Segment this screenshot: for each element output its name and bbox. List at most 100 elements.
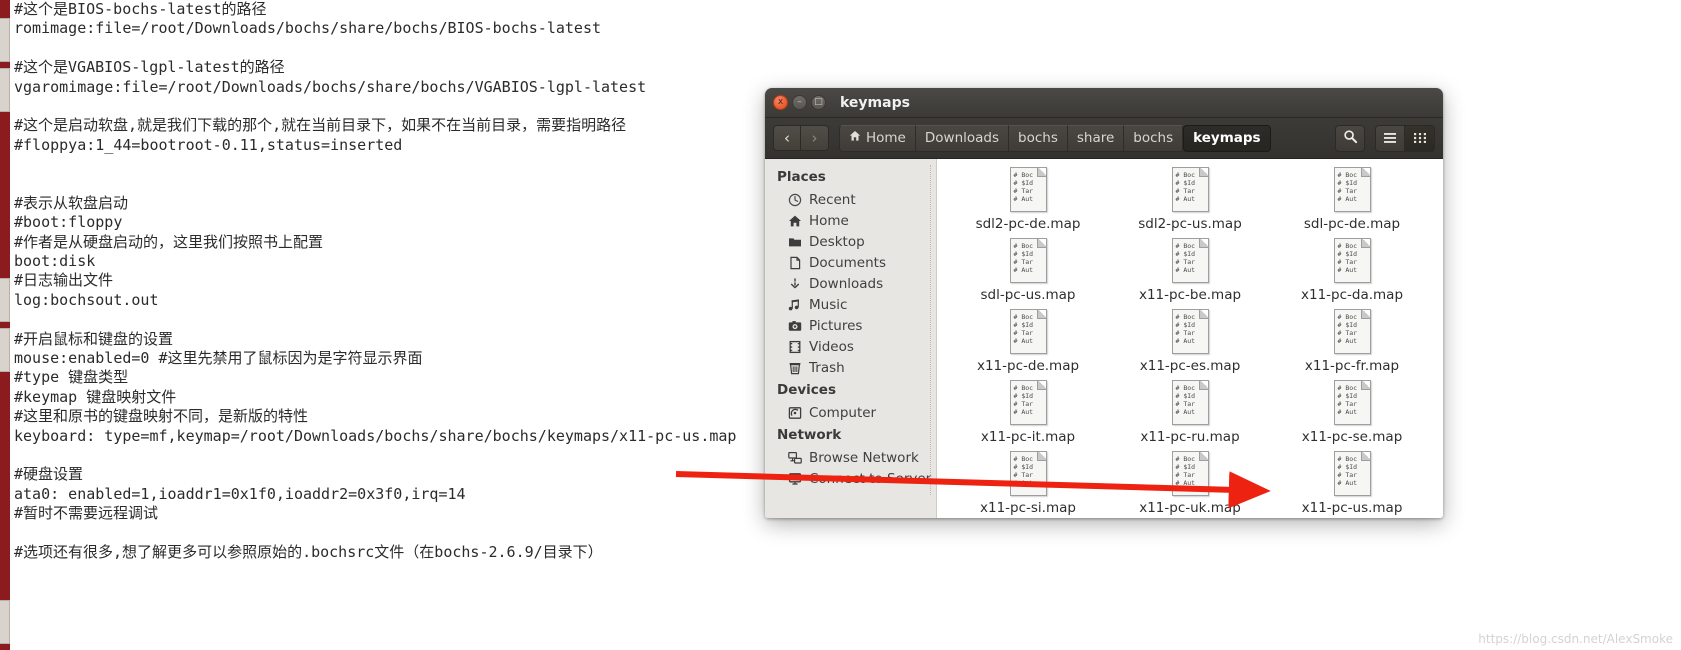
file-item[interactable]: # Boc # $Id # Tar # Aut sdl2-pc-de.map bbox=[947, 167, 1109, 232]
code-line: #选项还有很多,想了解更多可以参照原始的.bochsrc文件（在bochs-2.… bbox=[14, 542, 603, 561]
sidebar-item-trash[interactable]: Trash bbox=[765, 357, 936, 378]
file-preview-line: # $Id bbox=[1175, 250, 1196, 258]
sidebar-item-pictures[interactable]: Pictures bbox=[765, 315, 936, 336]
breadcrumb-item-share[interactable]: share bbox=[1067, 124, 1125, 152]
file-grid[interactable]: # Boc # $Id # Tar # Aut sdl2-pc-de.map # Boc #… bbox=[937, 159, 1443, 516]
search-button[interactable] bbox=[1335, 124, 1365, 152]
file-manager-toolbar[interactable]: ‹ › Home Downloads bochs share bochs keymaps bbox=[765, 118, 1443, 159]
navigation-buttons[interactable]: ‹ › bbox=[773, 125, 829, 151]
breadcrumb-label: bochs bbox=[1018, 130, 1058, 146]
list-view-button[interactable] bbox=[1375, 124, 1405, 152]
sidebar-item-downloads[interactable]: Downloads bbox=[765, 273, 936, 294]
file-manager-body: Places Recent Home Desktop Documents Download… bbox=[765, 159, 1443, 518]
close-icon[interactable]: x bbox=[773, 95, 788, 110]
sidebar-item-label: Music bbox=[809, 296, 848, 313]
file-item[interactable]: # Boc # $Id # Tar # Aut x11-pc-fr.map bbox=[1271, 309, 1433, 374]
sidebar-scrollbar[interactable] bbox=[930, 165, 934, 495]
page-fold-corner bbox=[1360, 452, 1370, 461]
file-item[interactable]: # Boc # $Id # Tar # Aut x11-pc-de.map bbox=[947, 309, 1109, 374]
file-preview-line: # $Id bbox=[1013, 463, 1034, 471]
page-fold-corner bbox=[1360, 310, 1370, 319]
file-item[interactable]: # Boc # $Id # Tar # Aut x11-pc-se.map bbox=[1271, 380, 1433, 445]
file-item[interactable]: # Boc # $Id # Tar # Aut x11-pc-be.map bbox=[1109, 238, 1271, 303]
text-file-icon: # Boc # $Id # Tar # Aut bbox=[1333, 167, 1371, 212]
code-line: #暂时不需要远程调试 bbox=[14, 504, 159, 523]
sidebar-item-label: Documents bbox=[809, 254, 886, 271]
code-line: log:bochsout.out bbox=[14, 290, 159, 309]
maximize-icon[interactable]: □ bbox=[811, 95, 826, 110]
text-file-icon: # Boc # $Id # Tar # Aut bbox=[1333, 451, 1371, 496]
file-item[interactable]: # Boc # $Id # Tar # Aut x11-pc-uk.map bbox=[1109, 451, 1271, 516]
sidebar-item-desktop[interactable]: Desktop bbox=[765, 231, 936, 252]
editor-code-text[interactable]: #这个是BIOS-bochs-latest的路径 romimage:file=/r… bbox=[14, 0, 774, 562]
editor-tab-marker-3[interactable] bbox=[0, 278, 10, 322]
file-item[interactable]: # Boc # $Id # Tar # Aut x11-pc-es.map bbox=[1109, 309, 1271, 374]
document-icon bbox=[787, 255, 802, 270]
view-toggle-group[interactable] bbox=[1375, 124, 1435, 152]
sidebar-item-connect-to-server[interactable]: Connect to Server bbox=[765, 468, 936, 489]
sidebar-item-videos[interactable]: Videos bbox=[765, 336, 936, 357]
sidebar-item-computer[interactable]: Computer bbox=[765, 402, 936, 423]
file-item[interactable]: # Boc # $Id # Tar # Aut x11-pc-si.map bbox=[947, 451, 1109, 516]
sidebar-item-home[interactable]: Home bbox=[765, 210, 936, 231]
grid-view-icon bbox=[1413, 129, 1427, 148]
file-item[interactable]: # Boc # $Id # Tar # Aut x11-pc-us.map bbox=[1271, 451, 1433, 516]
minimize-icon[interactable]: – bbox=[792, 95, 807, 110]
code-line: boot:disk bbox=[14, 252, 96, 271]
file-item[interactable]: # Boc # $Id # Tar # Aut sdl2-pc-us.map bbox=[1109, 167, 1271, 232]
home-icon bbox=[787, 213, 802, 228]
breadcrumb-item-downloads[interactable]: Downloads bbox=[915, 124, 1010, 152]
editor-tab-marker-1[interactable] bbox=[0, 18, 10, 62]
file-name-label: sdl-pc-de.map bbox=[1303, 216, 1401, 232]
file-preview-line: # $Id bbox=[1337, 392, 1358, 400]
breadcrumb-item-home[interactable]: Home bbox=[839, 124, 916, 152]
breadcrumb-item-keymaps[interactable]: keymaps bbox=[1183, 124, 1271, 152]
file-item[interactable]: # Boc # $Id # Tar # Aut x11-pc-it.map bbox=[947, 380, 1109, 445]
breadcrumb-item-bochs[interactable]: bochs bbox=[1124, 124, 1184, 152]
file-preview-line: # Tar bbox=[1337, 187, 1358, 195]
grid-view-button[interactable] bbox=[1405, 124, 1435, 152]
file-item[interactable]: # Boc # $Id # Tar # Aut x11-pc-ru.map bbox=[1109, 380, 1271, 445]
forward-button[interactable]: › bbox=[801, 125, 829, 151]
file-manager-window[interactable]: x – □ keymaps ‹ › Home Downloads bochs shar… bbox=[765, 88, 1443, 518]
file-preview-line: # Aut bbox=[1013, 408, 1034, 416]
file-preview-line: # $Id bbox=[1013, 250, 1034, 258]
file-grid-pane[interactable]: # Boc # $Id # Tar # Aut sdl2-pc-de.map # Boc #… bbox=[937, 159, 1443, 518]
code-line: vgaromimage:file=/root/Downloads/bochs/s… bbox=[14, 77, 647, 96]
editor-tab-marker-2[interactable] bbox=[0, 68, 10, 112]
file-preview-line: # Tar bbox=[1337, 400, 1358, 408]
sidebar[interactable]: Places Recent Home Desktop Documents Download… bbox=[765, 159, 937, 518]
file-item[interactable]: # Boc # $Id # Tar # Aut sdl-pc-us.map bbox=[947, 238, 1109, 303]
page-fold-corner bbox=[1036, 381, 1046, 390]
file-item[interactable]: # Boc # $Id # Tar # Aut sdl-pc-de.map bbox=[1271, 167, 1433, 232]
sidebar-item-browse-network[interactable]: Browse Network bbox=[765, 447, 936, 468]
file-preview-line: # Aut bbox=[1337, 408, 1358, 416]
editor-tab-marker-4[interactable] bbox=[0, 328, 10, 372]
file-preview-line: # Tar bbox=[1013, 258, 1034, 266]
page-fold-corner bbox=[1198, 239, 1208, 248]
sidebar-item-recent[interactable]: Recent bbox=[765, 189, 936, 210]
home-icon bbox=[849, 130, 861, 146]
sidebar-item-documents[interactable]: Documents bbox=[765, 252, 936, 273]
file-item[interactable]: # Boc # $Id # Tar # Aut x11-pc-da.map bbox=[1271, 238, 1433, 303]
back-button[interactable]: ‹ bbox=[773, 125, 801, 151]
file-preview-line: # Tar bbox=[1175, 329, 1196, 337]
file-preview-line: # Aut bbox=[1013, 195, 1034, 203]
sidebar-item-label: Home bbox=[809, 212, 849, 229]
download-arrow-icon bbox=[787, 276, 802, 291]
breadcrumb[interactable]: Home Downloads bochs share bochs keymaps bbox=[839, 124, 1271, 152]
file-preview-line: # $Id bbox=[1013, 179, 1034, 187]
code-line: #硬盘设置 bbox=[14, 465, 84, 484]
text-file-icon: # Boc # $Id # Tar # Aut bbox=[1009, 167, 1047, 212]
window-titlebar[interactable]: x – □ keymaps bbox=[765, 88, 1443, 118]
breadcrumb-item-bochs[interactable]: bochs bbox=[1009, 124, 1068, 152]
editor-tab-marker-5[interactable] bbox=[0, 600, 10, 644]
text-file-icon: # Boc # $Id # Tar # Aut bbox=[1333, 380, 1371, 425]
sidebar-item-music[interactable]: Music bbox=[765, 294, 936, 315]
trash-icon bbox=[787, 360, 802, 375]
code-line: #boot:floppy bbox=[14, 213, 123, 232]
file-preview-line: # Tar bbox=[1175, 471, 1196, 479]
sidebar-item-label: Pictures bbox=[809, 317, 863, 334]
